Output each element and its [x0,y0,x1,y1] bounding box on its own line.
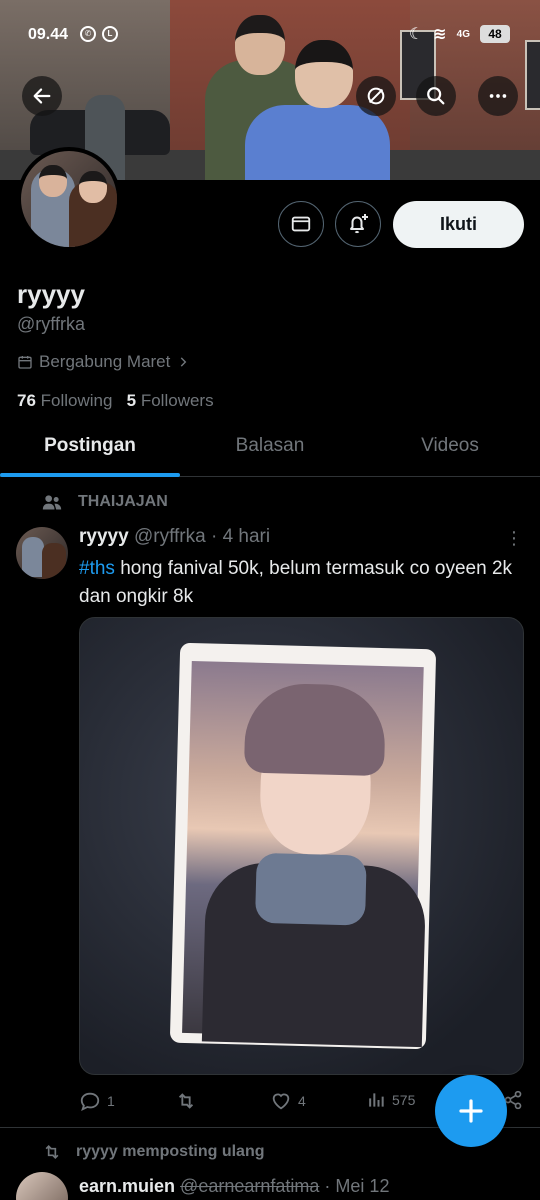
views-button[interactable]: 575 [366,1090,415,1110]
like-button[interactable]: 4 [270,1090,306,1112]
message-button[interactable] [278,201,324,247]
views-count: 575 [392,1092,416,1108]
tab-label: Postingan [44,435,136,456]
repost-author-avatar[interactable] [16,1172,68,1200]
more-icon [489,94,507,98]
search-button[interactable] [416,76,456,116]
back-icon [33,88,51,104]
tab-postingan[interactable]: Postingan [0,422,180,477]
post-separator: · [210,526,218,547]
reply-count: 1 [107,1093,115,1109]
search-icon [427,87,445,105]
retweet-button[interactable] [175,1090,197,1112]
repost-indicator[interactable]: ryyyy memposting ulang [42,1142,265,1162]
following-link[interactable]: 76 Following [17,391,112,410]
post-author-name[interactable]: ryyyy [79,526,129,547]
status-bar: 09.44 ✆ L ☾ ≋ 4G 48 [0,22,540,48]
repost-header: earn.muien @earnearnfatima · Mei 12 [79,1176,389,1197]
like-count: 4 [298,1093,306,1109]
post-media-image[interactable] [79,617,524,1075]
moon-icon: ☾ [408,26,424,43]
reply-icon [80,1092,100,1112]
status-time: 09.44 [28,26,69,43]
post-header: ryyyy @ryffrka · 4 hari [79,526,270,548]
calendar-icon [18,356,32,369]
repost-author-handle[interactable]: @earnearnfatima [180,1176,319,1196]
follow-button[interactable]: Ikuti [393,201,524,248]
profile-handle: @ryffrka [17,314,85,334]
following-label: Following [40,391,113,410]
reply-button[interactable]: 1 [79,1090,115,1112]
profile-name: ryyyy [17,279,85,309]
line-icon: L [102,26,118,42]
retweet-icon [45,1144,59,1160]
followers-link[interactable]: 5 Followers [127,391,214,410]
views-icon [369,1093,384,1107]
repost-label: ryyyy memposting ulang [76,1143,265,1160]
plus-icon [459,1099,483,1123]
tab-balasan[interactable]: Balasan [180,422,360,476]
back-button[interactable] [22,76,62,116]
community-label[interactable]: THAIJAJAN [42,493,168,511]
post-author-avatar[interactable] [16,527,68,579]
post-hashtag[interactable]: #ths [79,558,115,579]
active-tab-indicator [0,473,180,477]
post-text: #ths hong fanival 50k, belum termasuk co… [79,555,519,611]
repost-time[interactable]: Mei 12 [335,1176,389,1196]
follow-stats: 76 Following 5 Followers [17,391,214,411]
post-time[interactable]: 4 hari [223,526,271,547]
mail-icon [291,216,311,232]
no-signal-icon [367,87,385,105]
banner-window [525,40,540,110]
repost-author-name[interactable]: earn.muien [79,1176,175,1196]
post-more-icon[interactable]: ⋮ [505,528,523,549]
tab-label: Videos [421,435,479,456]
profile-tabs: Postingan Balasan Videos [0,422,540,477]
tab-videos[interactable]: Videos [360,422,540,476]
post-author-handle[interactable]: @ryffrka [134,526,206,547]
banner-person [245,40,390,180]
people-icon [42,495,62,510]
notify-button[interactable] [335,201,381,247]
community-name: THAIJAJAN [78,493,168,510]
heart-icon [272,1093,290,1110]
chevron-right-icon [181,357,187,367]
bell-plus-icon [350,214,368,234]
mute-button[interactable] [356,76,396,116]
compose-button[interactable] [435,1075,507,1147]
whatsapp-icon: ✆ [80,26,96,42]
post-body: hong fanival 50k, belum termasuk co oyee… [79,558,513,607]
joined-label: Bergabung Maret [39,352,171,371]
following-count: 76 [17,391,36,410]
joined-date[interactable]: Bergabung Maret [17,352,190,372]
battery-indicator: 48 [480,25,510,43]
network-label: 4G [456,28,470,40]
followers-count: 5 [126,391,137,410]
more-button[interactable] [478,76,518,116]
wifi-icon: ≋ [433,26,447,43]
retweet-icon [178,1093,194,1109]
followers-label: Followers [140,391,214,410]
photocard [169,642,437,1050]
repost-separator: · [324,1176,331,1196]
profile-avatar[interactable] [17,147,121,251]
tab-label: Balasan [235,435,305,456]
